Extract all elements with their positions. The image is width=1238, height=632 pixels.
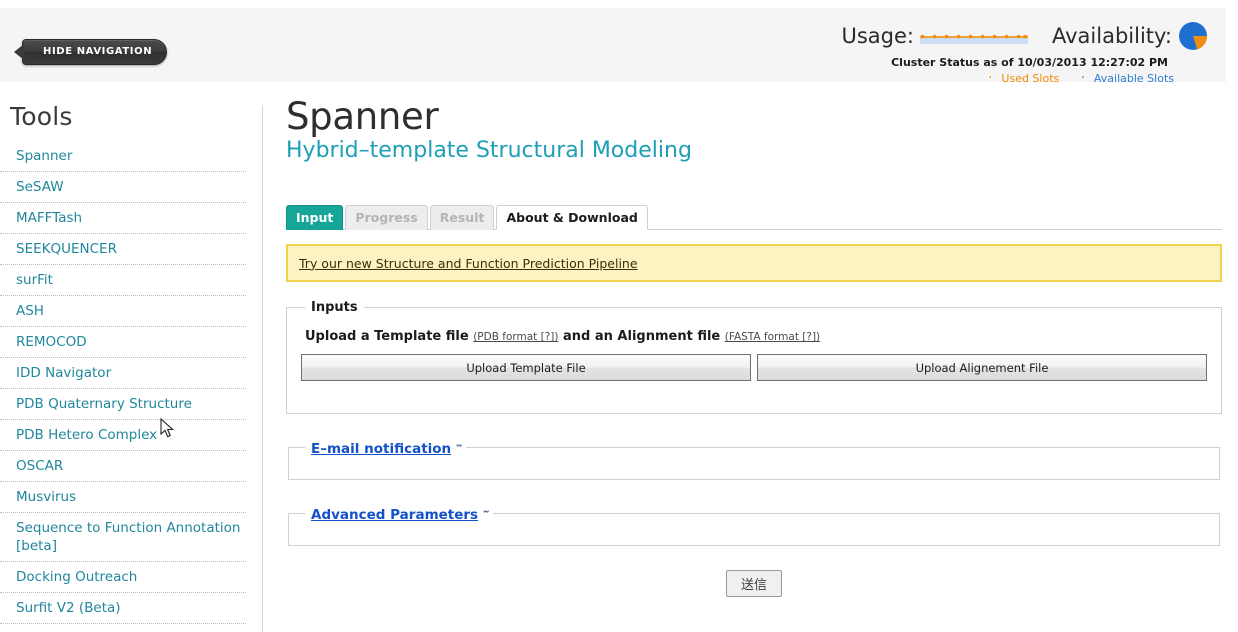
upload-buttons-row: Upload Template File Upload Alignement F…: [301, 354, 1207, 381]
sidebar-item-ash[interactable]: ASH: [0, 296, 246, 327]
availability-pie-svg: [1179, 22, 1208, 50]
notice-banner: Try our new Structure and Function Predi…: [286, 244, 1222, 282]
advanced-parameters-panel: Advanced Parameters ˇˇ: [288, 504, 1220, 546]
sidebar-item-pdb-hetero-complex[interactable]: PDB Hetero Complex: [0, 420, 246, 451]
tab-result: Result: [429, 205, 495, 230]
usage-area: [919, 37, 1028, 44]
sidebar-item-idd-navigator[interactable]: IDD Navigator: [0, 358, 246, 389]
top-header-bar: HIDE NAVIGATION Usage: Availability: Clu…: [0, 8, 1226, 86]
sidebar-item-spanner[interactable]: Spanner: [0, 141, 246, 172]
inputs-desc-part1: Upload a Template file: [305, 329, 469, 344]
legend-available-slots: · Available Slots: [1072, 71, 1174, 86]
page-subtitle: Hybrid–template Structural Modeling: [286, 138, 692, 163]
sidebar-heading: Tools: [10, 102, 73, 131]
submit-row: 送信: [286, 570, 1222, 597]
advanced-parameters-label: Advanced Parameters: [311, 507, 479, 523]
availability-pie-chart: [1178, 21, 1208, 51]
sidebar-item-musvirus[interactable]: Musvirus: [0, 482, 246, 513]
sidebar-item-sesaw[interactable]: SeSAW: [0, 172, 246, 203]
usage-sparkline-svg: [919, 35, 1028, 44]
main-content: Spanner Hybrid–template Structural Model…: [286, 96, 1222, 597]
sidebar-item-docking-outreach[interactable]: Docking Outreach: [0, 562, 246, 593]
hide-navigation-button[interactable]: HIDE NAVIGATION: [13, 39, 168, 65]
sidebar-item-list: Spanner SeSAW MAFFTash SEEKQUENCER surFit ASH…: [0, 141, 246, 624]
email-notification-toggle[interactable]: E–mail notification ˇˇ: [305, 438, 466, 457]
cluster-status-timestamp: Cluster Status as of 10/03/2013 12:27:02…: [891, 56, 1168, 69]
upload-alignment-file-button[interactable]: Upload Alignement File: [757, 354, 1207, 381]
submit-button[interactable]: 送信: [725, 570, 782, 597]
pipeline-promo-link[interactable]: Try our new Structure and Function Predi…: [299, 256, 638, 271]
cluster-status-widget: Usage: Availability: Cluster Status as o…: [838, 18, 1208, 86]
sidebar-item-surfit[interactable]: surFit: [0, 265, 246, 296]
cluster-status-legend: · Used Slots · Available Slots: [838, 71, 1208, 86]
inputs-panel: Inputs Upload a Template file (PDB forma…: [286, 300, 1222, 414]
legend-used-dot-icon: ·: [988, 71, 993, 86]
inputs-description: Upload a Template file (PDB format [?]) …: [305, 329, 1207, 344]
tab-bar: Input Progress Result About & Download: [286, 204, 1222, 230]
sidebar-item-sequence-to-function-annotation-beta[interactable]: Sequence to Function Annotation [beta]: [0, 513, 246, 562]
sidebar-item-pdb-quaternary-structure[interactable]: PDB Quaternary Structure: [0, 389, 246, 420]
pdb-format-help-link[interactable]: (PDB format [?]): [473, 331, 558, 343]
tools-sidebar: Tools Spanner SeSAW MAFFTash SEEKQUENCER sur…: [0, 96, 246, 624]
chevron-down-icon: ˇˇ: [455, 443, 463, 456]
sidebar-content-divider: [262, 105, 263, 632]
cluster-status-charts-row: Usage: Availability:: [838, 18, 1208, 54]
sidebar-item-seekquencer[interactable]: SEEKQUENCER: [0, 234, 246, 265]
tab-input[interactable]: Input: [286, 205, 344, 230]
email-notification-label: E–mail notification: [311, 441, 452, 457]
availability-label: Availability:: [1051, 23, 1172, 48]
fasta-format-help-link[interactable]: (FASTA format [?]): [725, 331, 820, 343]
tab-about-download[interactable]: About & Download: [496, 205, 648, 230]
chevron-down-icon: ˇˇ: [482, 509, 490, 522]
advanced-parameters-toggle[interactable]: Advanced Parameters ˇˇ: [305, 504, 493, 523]
legend-used-label: Used Slots: [1001, 72, 1060, 85]
upload-template-file-button[interactable]: Upload Template File: [301, 354, 751, 381]
sidebar-item-surfit-v2-beta[interactable]: Surfit V2 (Beta): [0, 593, 246, 624]
sidebar-item-mafftash[interactable]: MAFFTash: [0, 203, 246, 234]
legend-available-label: Available Slots: [1093, 72, 1174, 85]
page-title: Spanner: [286, 95, 439, 138]
sidebar-item-remocod[interactable]: REMOCOD: [0, 327, 246, 358]
sidebar-item-oscar[interactable]: OSCAR: [0, 451, 246, 482]
inputs-panel-legend: Inputs: [311, 300, 358, 315]
legend-used-slots: · Used Slots: [979, 71, 1060, 86]
legend-available-dot-icon: ·: [1080, 71, 1085, 86]
usage-label: Usage:: [841, 23, 914, 48]
tab-progress: Progress: [345, 205, 428, 230]
email-notification-panel: E–mail notification ˇˇ: [288, 438, 1220, 480]
usage-sparkline-chart: [919, 25, 1028, 47]
inputs-desc-part2: and an Alignment file: [563, 329, 721, 344]
